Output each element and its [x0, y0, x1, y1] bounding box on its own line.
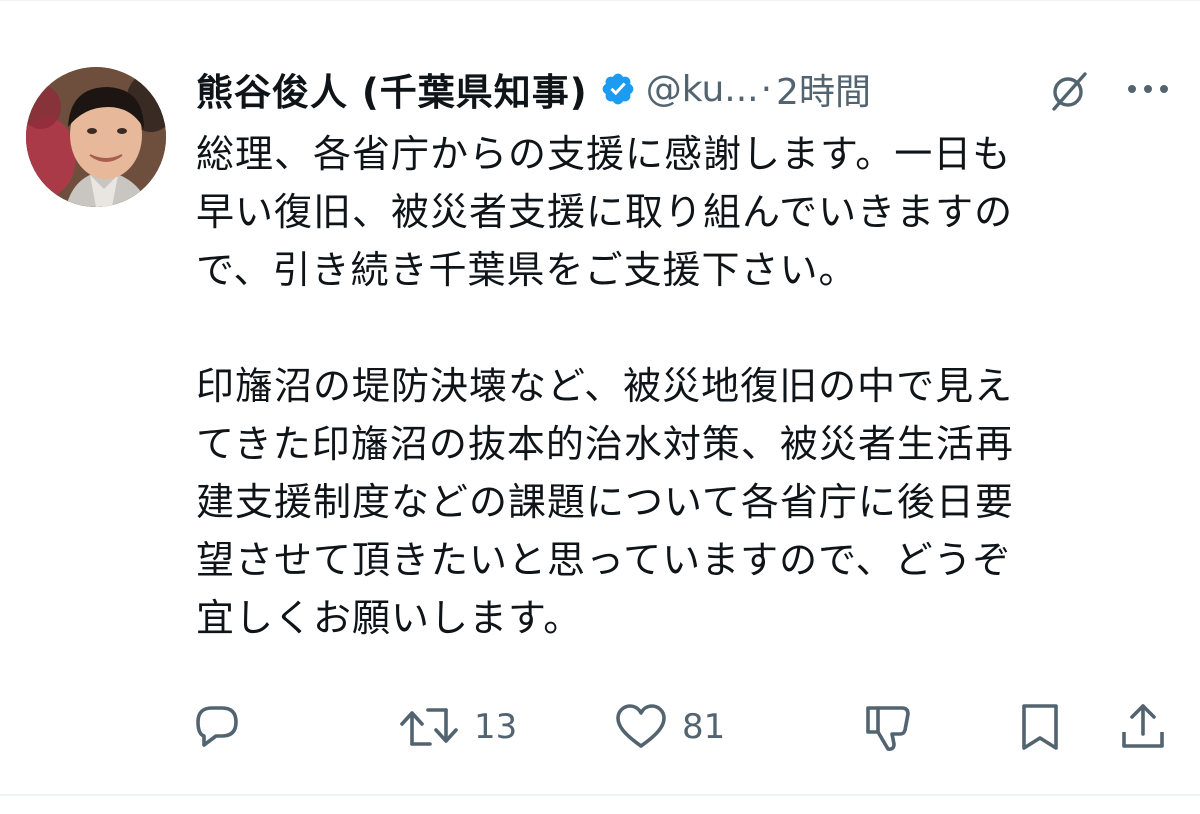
heart-icon	[616, 704, 666, 748]
bookmark-button[interactable]	[1018, 695, 1062, 759]
retweet-icon	[400, 708, 458, 746]
tweet-header: 熊谷俊人 (千葉県知事) @ku... · 2時間	[196, 59, 871, 119]
tweet-line: で、引き続き千葉県をご支援下さい。	[196, 248, 858, 292]
downvote-button[interactable]	[862, 695, 916, 759]
tweet-line: 宜しくお願いします。	[196, 596, 583, 640]
tweet[interactable]: 熊谷俊人 (千葉県知事) @ku... · 2時間 総理、各省庁からの支援に感謝…	[0, 0, 1200, 814]
tweet-line: 早い復旧、被災者支援に取り組んでいきますの	[196, 190, 1014, 234]
verified-badge-icon[interactable]	[600, 71, 636, 107]
grok-button[interactable]	[1040, 63, 1096, 119]
tweet-paragraph: 総理、各省庁からの支援に感謝します。一日も 早い復旧、被災者支援に取り組んでいき…	[196, 125, 1166, 299]
divider	[0, 794, 1200, 796]
reply-icon	[196, 706, 238, 747]
tweet-line: てきた印旛沼の抜本的治水対策、被災者生活再	[196, 422, 1014, 466]
tweet-actions: 13 81	[0, 695, 1200, 759]
more-button[interactable]	[1118, 67, 1178, 111]
like-button[interactable]: 81	[614, 695, 725, 759]
reply-button[interactable]	[192, 695, 242, 759]
bookmark-icon	[1022, 704, 1058, 750]
tweet-line: 印旛沼の堤防決壊など、被災地復旧の中で見え	[196, 364, 1014, 408]
like-count: 81	[682, 707, 726, 747]
header-separator: ·	[760, 68, 773, 110]
tweet-line: 建支援制度などの課題について各省庁に後日要	[196, 480, 1014, 524]
tweet-line: 望させて頂きたいと思っていますので、どうぞ	[196, 538, 1012, 582]
retweet-button[interactable]: 13	[398, 695, 517, 759]
tweet-text: 総理、各省庁からの支援に感謝します。一日も 早い復旧、被災者支援に取り組んでいき…	[196, 125, 1166, 647]
avatar[interactable]	[26, 67, 166, 207]
share-icon	[1122, 704, 1164, 748]
tweet-paragraph: 印旛沼の堤防決壊など、被災地復旧の中で見え てきた印旛沼の抜本的治水対策、被災者…	[196, 357, 1166, 647]
retweet-count: 13	[474, 707, 518, 747]
author-handle[interactable]: @ku...	[646, 69, 759, 110]
share-button[interactable]	[1118, 695, 1168, 759]
grok-icon	[1052, 72, 1087, 111]
tweet-timestamp[interactable]: 2時間	[776, 63, 871, 115]
tweet-line: 総理、各省庁からの支援に感謝します。一日も	[196, 132, 1012, 176]
author-display-name[interactable]: 熊谷俊人 (千葉県知事)	[196, 62, 588, 116]
thumbs-down-icon	[866, 706, 910, 751]
more-icon	[1128, 85, 1168, 93]
